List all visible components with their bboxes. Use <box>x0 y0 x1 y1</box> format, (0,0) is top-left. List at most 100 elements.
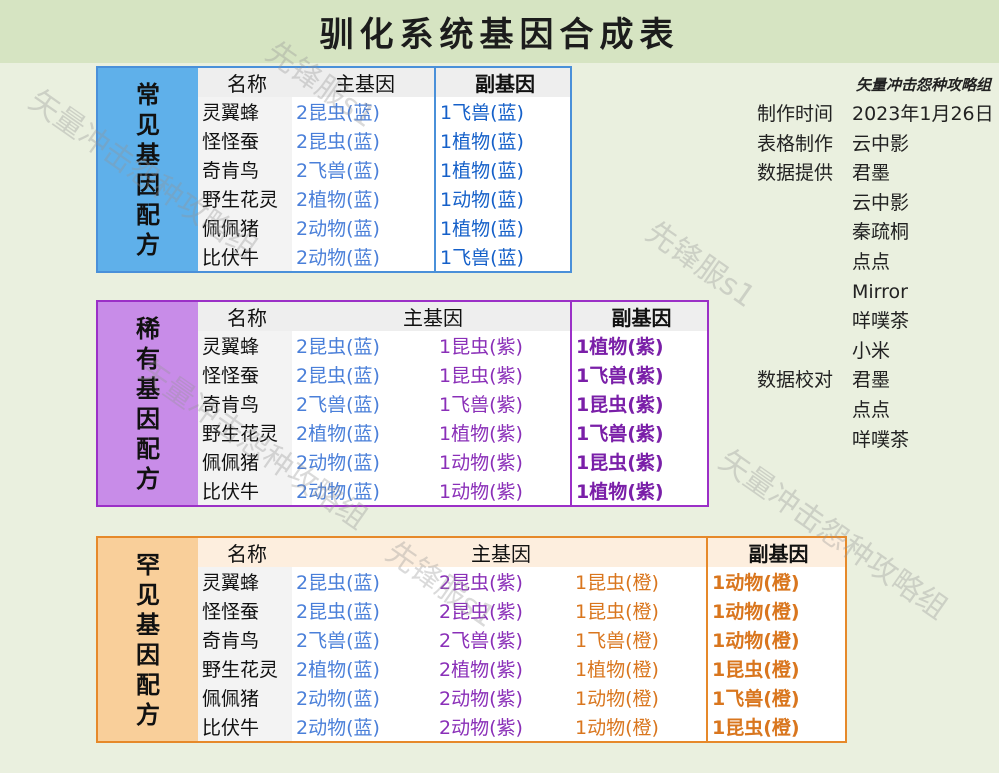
sub-gene: 1动物(橙) <box>706 625 846 654</box>
main-gene-blue: 2飞兽(蓝) <box>292 389 435 418</box>
title-bar: 驯化系统基因合成表 <box>0 0 999 63</box>
main-gene-blue: 2昆虫(蓝) <box>292 596 435 625</box>
credit-label <box>757 248 852 278</box>
pet-name: 比伏牛 <box>198 242 292 272</box>
sub-gene: 1植物(蓝) <box>434 126 571 155</box>
credit-row: 咩噗茶 <box>757 307 997 337</box>
pet-name: 灵翼蜂 <box>198 331 292 360</box>
credit-label <box>757 337 852 367</box>
sub-gene: 1昆虫(紫) <box>570 389 708 418</box>
rare-side-label: 稀有基因配方 <box>97 301 198 506</box>
sub-gene: 1昆虫(橙) <box>706 712 846 742</box>
sub-gene: 1飞兽(橙) <box>706 683 846 712</box>
sub-gene: 1飞兽(蓝) <box>434 242 571 272</box>
main-gene-blue: 2动物(蓝) <box>292 447 435 476</box>
header-name: 名称 <box>198 67 292 97</box>
main-gene: 2动物(蓝) <box>292 213 435 242</box>
credit-value: Mirror <box>852 280 908 303</box>
main-gene-blue: 2昆虫(蓝) <box>292 567 435 596</box>
pet-name: 比伏牛 <box>198 476 292 506</box>
sub-gene: 1飞兽(蓝) <box>434 97 571 126</box>
header-name: 名称 <box>198 301 292 331</box>
page-title: 驯化系统基因合成表 <box>319 15 680 55</box>
credit-row: 制作时间 2023年1月26日 <box>757 100 997 130</box>
main-gene-purple: 1动物(紫) <box>435 476 571 506</box>
main-gene-purple: 1飞兽(紫) <box>435 389 571 418</box>
credit-value: 君墨 <box>852 162 891 185</box>
main-gene-blue: 2昆虫(蓝) <box>292 331 435 360</box>
main-gene-blue: 2动物(蓝) <box>292 683 435 712</box>
main-gene-orange: 1飞兽(橙) <box>571 625 707 654</box>
credit-row: 点点 <box>757 396 997 426</box>
credit-row: 咩噗茶 <box>757 426 997 456</box>
pet-name: 怪怪蚕 <box>198 596 292 625</box>
main-gene-purple: 1植物(紫) <box>435 418 571 447</box>
pet-name: 奇肯鸟 <box>198 155 292 184</box>
pet-name: 奇肯鸟 <box>198 389 292 418</box>
credit-value: 君墨 <box>852 369 891 392</box>
header-main-gene: 主基因 <box>292 67 435 97</box>
header-sub-gene: 副基因 <box>570 301 708 331</box>
sub-gene: 1飞兽(紫) <box>570 418 708 447</box>
pet-name: 佩佩猪 <box>198 213 292 242</box>
pet-name: 野生花灵 <box>198 418 292 447</box>
pet-name: 佩佩猪 <box>198 447 292 476</box>
main-gene: 2飞兽(蓝) <box>292 155 435 184</box>
credit-value: 点点 <box>852 250 891 273</box>
rarer-gene-table: 罕见基因配方 名称 主基因 副基因 灵翼蜂 2昆虫(蓝) 2昆虫(紫) 1昆虫(… <box>96 536 847 743</box>
table-row: 比伏牛 2动物(蓝) 2动物(紫) 1动物(橙) 1昆虫(橙) <box>97 712 846 742</box>
credit-label: 数据提供 <box>757 162 834 185</box>
main-gene-blue: 2飞兽(蓝) <box>292 625 435 654</box>
main-gene-blue: 2动物(蓝) <box>292 712 435 742</box>
common-side-label: 常见基因配方 <box>97 67 198 272</box>
sub-gene: 1昆虫(紫) <box>570 447 708 476</box>
main-gene-purple: 1昆虫(紫) <box>435 360 571 389</box>
table-row: 野生花灵 2植物(蓝) 2植物(紫) 1植物(橙) 1昆虫(橙) <box>97 654 846 683</box>
main-gene-purple: 1动物(紫) <box>435 447 571 476</box>
credits-panel: 矢量冲击怨种攻略组 制作时间 2023年1月26日 表格制作 云中影 数据提供 君墨 … <box>757 70 997 455</box>
table-row: 怪怪蚕 2昆虫(蓝) 2昆虫(紫) 1昆虫(橙) 1动物(橙) <box>97 596 846 625</box>
sub-gene: 1飞兽(紫) <box>570 360 708 389</box>
main-gene-orange: 1植物(橙) <box>571 654 707 683</box>
credit-row: 数据校对 君墨 <box>757 366 997 396</box>
credit-label: 制作时间 <box>757 103 834 125</box>
credit-value: 云中影 <box>852 132 910 155</box>
credit-value: 咩噗茶 <box>852 428 910 451</box>
credit-label <box>757 307 852 337</box>
header-sub-gene: 副基因 <box>434 67 571 97</box>
credit-label <box>757 218 852 248</box>
main-gene-purple: 2动物(紫) <box>435 712 571 742</box>
sub-gene: 1动物(蓝) <box>434 184 571 213</box>
pet-name: 奇肯鸟 <box>198 625 292 654</box>
credit-label: 数据校对 <box>757 369 834 392</box>
pet-name: 野生花灵 <box>198 184 292 213</box>
credit-label <box>757 426 852 456</box>
main-gene: 2动物(蓝) <box>292 242 435 272</box>
credit-label <box>757 278 852 308</box>
main-gene-blue: 2昆虫(蓝) <box>292 360 435 389</box>
credit-row: 点点 <box>757 248 997 278</box>
rarer-side-label: 罕见基因配方 <box>97 537 198 742</box>
table-row: 佩佩猪 2动物(蓝) 2动物(紫) 1动物(橙) 1飞兽(橙) <box>97 683 846 712</box>
table-row: 奇肯鸟 2飞兽(蓝) 2飞兽(紫) 1飞兽(橙) 1动物(橙) <box>97 625 846 654</box>
group-name: 矢量冲击怨种攻略组 <box>855 76 991 94</box>
common-gene-table: 常见基因配方 名称 主基因 副基因 灵翼蜂 2昆虫(蓝) 1飞兽(蓝) 怪怪蚕 … <box>96 66 572 273</box>
main-gene-purple: 2昆虫(紫) <box>435 596 571 625</box>
header-sub-gene: 副基因 <box>706 537 846 567</box>
header-main-gene: 主基因 <box>292 301 571 331</box>
main-gene-purple: 2飞兽(紫) <box>435 625 571 654</box>
credit-label: 表格制作 <box>757 132 834 155</box>
sub-gene: 1植物(蓝) <box>434 155 571 184</box>
credit-row: 秦疏桐 <box>757 218 997 248</box>
main-gene-orange: 1昆虫(橙) <box>571 596 707 625</box>
credit-value: 咩噗茶 <box>852 310 910 333</box>
pet-name: 灵翼蜂 <box>198 567 292 596</box>
pet-name: 佩佩猪 <box>198 683 292 712</box>
credit-value: 2023年1月26日 <box>852 103 994 125</box>
main-gene-blue: 2植物(蓝) <box>292 418 435 447</box>
credit-value: 秦疏桐 <box>852 221 910 244</box>
main-gene-orange: 1动物(橙) <box>571 712 707 742</box>
main-gene-purple: 1昆虫(紫) <box>435 331 571 360</box>
credit-row: 数据提供 君墨 <box>757 159 997 189</box>
credit-value: 点点 <box>852 398 891 421</box>
